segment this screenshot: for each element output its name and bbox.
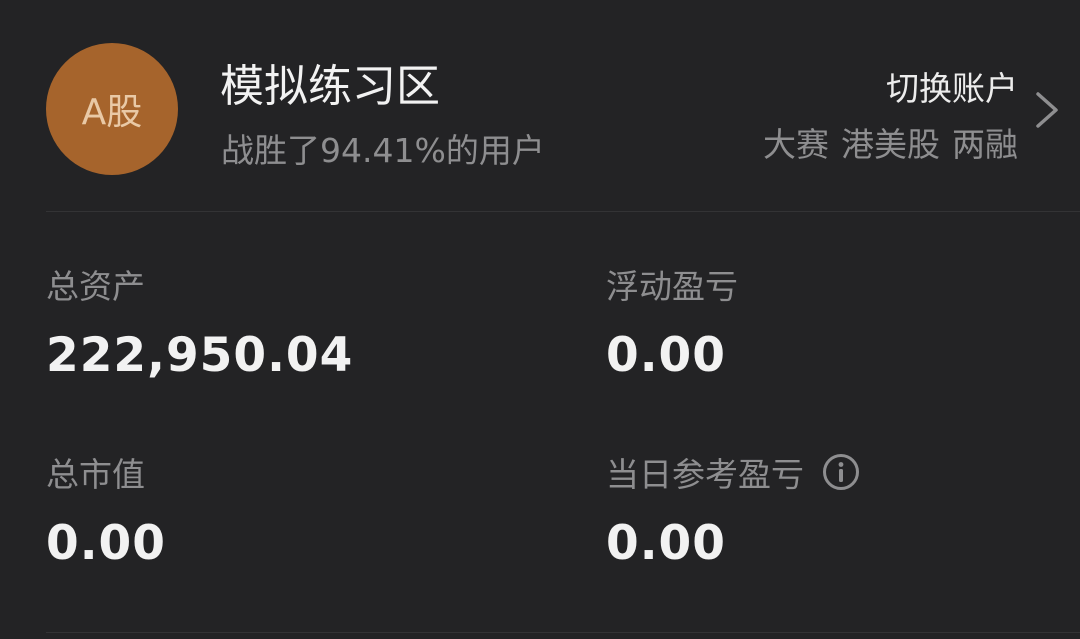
header-divider: [46, 211, 1080, 212]
stat-market-value: 总市值 0.00: [46, 450, 486, 571]
account-header[interactable]: A股 模拟练习区 战胜了94.41%的用户 切换账户 大赛 港美股 两融: [0, 0, 1080, 212]
stat-total-assets: 总资产 222,950.04: [46, 262, 486, 383]
account-type-contest[interactable]: 大赛: [763, 118, 829, 166]
stat-label: 总资产: [46, 267, 145, 306]
account-type-margin[interactable]: 两融: [952, 118, 1018, 166]
account-type-hk-us[interactable]: 港美股: [841, 118, 940, 166]
bottom-divider: [46, 632, 1080, 633]
stat-label: 当日参考盈亏: [606, 455, 804, 494]
stat-value: 0.00: [606, 516, 726, 571]
switch-account-button[interactable]: 切换账户 大赛 港美股 两融: [700, 40, 1080, 170]
stat-value: 222,950.04: [46, 328, 354, 383]
stat-label: 浮动盈亏: [606, 267, 738, 306]
chevron-right-icon[interactable]: [1030, 86, 1066, 134]
stat-value: 0.00: [606, 328, 726, 383]
stat-label-row: 当日参考盈亏: [606, 450, 1046, 494]
account-title: 模拟练习区: [220, 61, 440, 112]
account-avatar: A股: [46, 43, 178, 175]
avatar-text: A股: [81, 92, 143, 133]
account-summary-panel: A股 模拟练习区 战胜了94.41%的用户 切换账户 大赛 港美股 两融 总资产…: [0, 0, 1080, 639]
info-icon[interactable]: [822, 453, 860, 491]
ranking-text: 战胜了94.41%的用户: [221, 131, 545, 170]
stat-value: 0.00: [46, 516, 166, 571]
stat-label: 总市值: [46, 455, 145, 494]
stat-daily-pnl: 当日参考盈亏 0.00: [606, 450, 1046, 571]
account-type-list: 大赛 港美股 两融: [763, 118, 1018, 166]
switch-account-label: 切换账户: [886, 69, 1018, 108]
stat-floating-pnl: 浮动盈亏 0.00: [606, 262, 1046, 383]
